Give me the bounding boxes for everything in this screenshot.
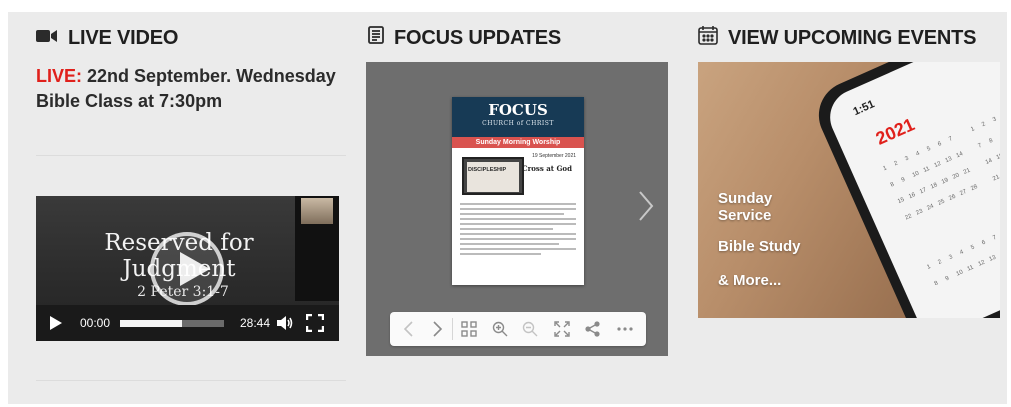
newsletter-band: Sunday Morning Worship [452, 137, 584, 148]
newsletter-image-word: DISCIPLESHIP [468, 167, 507, 173]
divider [36, 155, 346, 156]
toolbar-separator [452, 318, 453, 340]
upcoming-events-title: VIEW UPCOMING EVENTS [728, 26, 977, 49]
live-video-heading: LIVE VIDEO [36, 26, 178, 50]
chevron-left-icon[interactable] [400, 320, 418, 338]
calendar-icon [698, 25, 718, 51]
chevron-right-icon[interactable] [428, 320, 446, 338]
fullscreen-icon[interactable] [305, 313, 325, 337]
flipbook-reader[interactable]: FOCUS CHURCH of CHRIST Sunday Morning Wo… [366, 62, 668, 356]
event-item: & More... [718, 272, 782, 289]
duration: 28:44 [240, 316, 271, 330]
progress-fill [120, 320, 183, 327]
newspaper-icon [368, 26, 384, 50]
phone-time: 1:51 [851, 98, 877, 119]
content-panel: LIVE VIDEO LIVE: 22nd September. Wednesd… [8, 12, 1007, 404]
calendar-grid: 1234567123456 891011121314789101112 1516… [882, 116, 1000, 288]
share-icon[interactable] [584, 320, 602, 338]
video-camera-icon [36, 27, 58, 50]
newsletter-page[interactable]: FOCUS CHURCH of CHRIST Sunday Morning Wo… [452, 97, 584, 285]
more-options-icon[interactable] [616, 320, 634, 338]
newsletter-heading: Cross at God [522, 164, 572, 173]
reader-toolbar [390, 312, 646, 346]
event-item: Bible Study [718, 238, 801, 255]
live-video-title: LIVE VIDEO [68, 26, 179, 49]
chevron-right-icon[interactable] [638, 190, 654, 227]
events-image-link[interactable]: 1:51 2021 1234567123456 8910111213147891… [698, 62, 1000, 318]
newsletter-org: CHURCH of CHRIST [482, 120, 554, 127]
newsletter-date: 19 September 2021 [532, 153, 576, 159]
video-controls: 00:00 28:44 [36, 305, 339, 341]
newsletter-image: DISCIPLESHIP [462, 157, 524, 195]
volume-icon[interactable] [276, 315, 294, 336]
focus-updates-title: FOCUS UPDATES [394, 26, 562, 49]
newsletter-brand: FOCUS [488, 101, 548, 119]
current-time: 00:00 [80, 316, 111, 330]
zoom-in-icon[interactable] [491, 320, 509, 338]
grid-view-icon[interactable] [460, 320, 478, 338]
upcoming-events-heading: VIEW UPCOMING EVENTS [698, 26, 976, 50]
divider [36, 380, 346, 381]
play-overlay-button[interactable] [150, 232, 224, 306]
progress-bar[interactable] [120, 320, 224, 327]
play-icon[interactable] [50, 316, 62, 330]
live-announcement: LIVE: 22nd September. Wednesday Bible Cl… [36, 64, 346, 114]
focus-updates-heading: FOCUS UPDATES [368, 26, 561, 50]
phone-photo: 1:51 2021 1234567123456 8910111213147891… [808, 62, 1000, 318]
live-label: LIVE: [36, 66, 83, 86]
event-item: Sunday Service [718, 190, 773, 224]
newsletter-body [460, 203, 576, 258]
zoom-out-icon[interactable] [521, 320, 539, 338]
phone-screen: 1:51 2021 1234567123456 8910111213147891… [821, 62, 1000, 318]
video-player[interactable]: Reserved for Judgment 2 Peter 3:1-7 00:0… [36, 196, 339, 341]
fullscreen-icon[interactable] [553, 320, 571, 338]
